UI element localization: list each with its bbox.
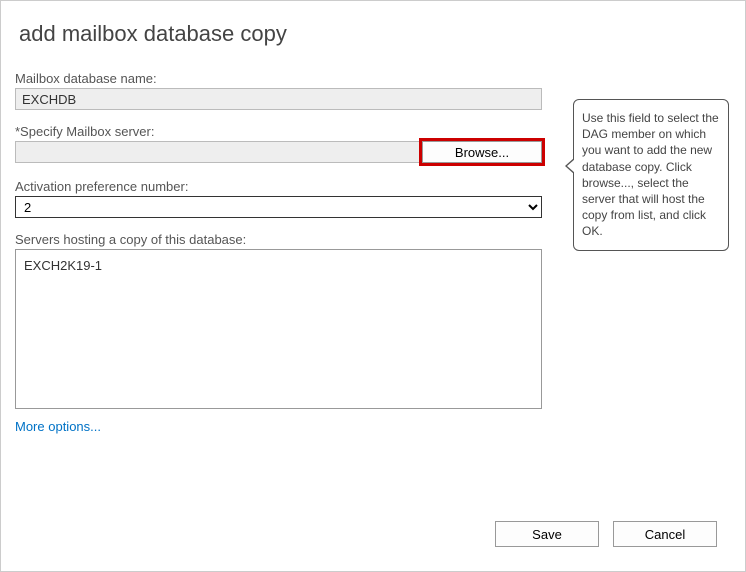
more-options-link[interactable]: More options... bbox=[15, 419, 101, 434]
hosting-label: Servers hosting a copy of this database: bbox=[15, 232, 542, 247]
server-label: *Specify Mailbox server: bbox=[15, 124, 542, 139]
browse-button[interactable]: Browse... bbox=[422, 141, 542, 163]
list-item[interactable]: EXCH2K19-1 bbox=[24, 258, 533, 273]
form-area: Mailbox database name: EXCHDB *Specify M… bbox=[1, 71, 556, 434]
server-input[interactable] bbox=[15, 141, 422, 163]
db-name-label: Mailbox database name: bbox=[15, 71, 542, 86]
servers-listbox[interactable]: EXCH2K19-1 bbox=[15, 249, 542, 409]
dialog-header: add mailbox database copy bbox=[1, 1, 745, 65]
activation-select[interactable]: 2 bbox=[15, 196, 542, 218]
callout-text: Use this field to select the DAG member … bbox=[582, 111, 719, 238]
cancel-button[interactable]: Cancel bbox=[613, 521, 717, 547]
db-name-block: Mailbox database name: EXCHDB bbox=[15, 71, 542, 110]
page-title: add mailbox database copy bbox=[19, 21, 727, 47]
server-block: *Specify Mailbox server: Browse... bbox=[15, 124, 542, 163]
db-name-value: EXCHDB bbox=[15, 88, 542, 110]
save-button[interactable]: Save bbox=[495, 521, 599, 547]
dialog-footer: Save Cancel bbox=[495, 521, 717, 547]
help-callout: Use this field to select the DAG member … bbox=[573, 99, 729, 251]
activation-label: Activation preference number: bbox=[15, 179, 542, 194]
hosting-block: Servers hosting a copy of this database:… bbox=[15, 232, 542, 409]
activation-block: Activation preference number: 2 bbox=[15, 179, 542, 218]
